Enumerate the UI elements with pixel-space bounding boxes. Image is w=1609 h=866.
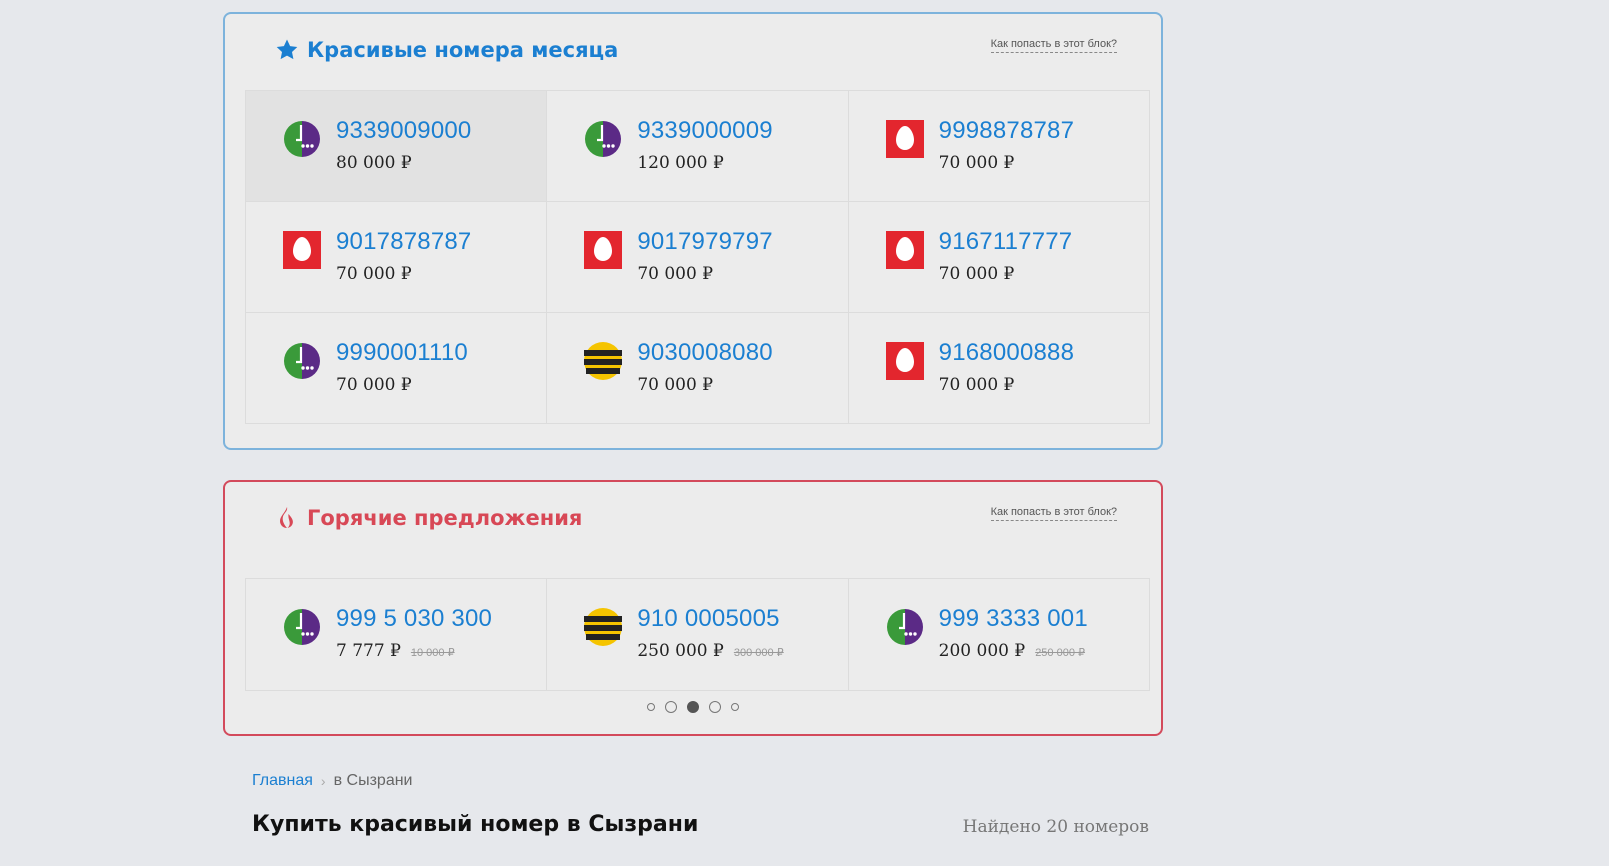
phone-number-link[interactable]: 9339009000 <box>336 117 471 145</box>
current-price: 120 000 ₽ <box>637 153 724 173</box>
price: 7 777 ₽ 10 000 ₽ <box>336 641 455 661</box>
old-price: 300 000 ₽ <box>733 647 784 659</box>
panel-title-text: Красивые номера месяца <box>307 38 619 62</box>
carousel-pagination <box>225 701 1161 713</box>
page-title: Купить красивый номер в Сызрани <box>252 812 699 837</box>
pagination-dot[interactable] <box>687 701 699 713</box>
breadcrumb: Главная › в Сызрани <box>252 772 412 790</box>
number-card[interactable]: 9990001110 70 000 ₽ <box>246 313 548 424</box>
megafon-logo-icon <box>886 609 923 645</box>
phone-number-link[interactable]: 9167117777 <box>939 228 1073 256</box>
number-card[interactable]: 999 5 030 300 7 777 ₽ 10 000 ₽ <box>246 579 548 690</box>
price: 120 000 ₽ <box>637 153 724 173</box>
price: 80 000 ₽ <box>336 153 412 173</box>
phone-number-link[interactable]: 9339000009 <box>637 117 772 145</box>
phone-number-link[interactable]: 9017878787 <box>336 228 471 256</box>
price: 70 000 ₽ <box>637 375 713 395</box>
pagination-dot[interactable] <box>709 701 721 713</box>
old-price: 10 000 ₽ <box>410 647 455 659</box>
megafon-logo-icon <box>585 121 622 157</box>
number-card[interactable]: 999 3333 001 200 000 ₽ 250 000 ₽ <box>849 579 1150 690</box>
price: 70 000 ₽ <box>336 375 412 395</box>
number-card[interactable]: 9339009000 80 000 ₽ <box>246 91 548 202</box>
beeline-logo-icon <box>584 342 623 380</box>
how-to-get-link[interactable]: Как попасть в этот блок? <box>990 38 1117 53</box>
hot-offers-carousel: 999 5 030 300 7 777 ₽ 10 000 ₽ 910 0005005 2… <box>245 578 1150 691</box>
megafon-logo-icon <box>284 609 320 645</box>
current-price: 80 000 ₽ <box>336 153 412 173</box>
megafon-logo-icon <box>284 343 320 379</box>
current-price: 70 000 ₽ <box>938 375 1015 395</box>
fire-icon <box>280 507 293 528</box>
pagination-dot[interactable] <box>665 701 677 713</box>
found-count: Найдено 20 номеров <box>962 817 1149 837</box>
numbers-grid: 9339009000 80 000 ₽ 9339000009 120 000 ₽ 999… <box>245 90 1150 424</box>
current-price: 70 000 ₽ <box>637 375 714 395</box>
pagination-dot[interactable] <box>647 703 655 711</box>
price: 250 000 ₽ 300 000 ₽ <box>637 641 783 661</box>
current-price: 200 000 ₽ <box>938 641 1026 661</box>
number-card[interactable]: 9167117777 70 000 ₽ <box>848 202 1150 313</box>
panel-title: Красивые номера месяца <box>275 38 618 62</box>
current-price: 70 000 ₽ <box>938 264 1015 284</box>
number-card[interactable]: 9030008080 70 000 ₽ <box>547 313 849 424</box>
star-icon <box>276 39 298 60</box>
current-price: 70 000 ₽ <box>336 264 412 284</box>
mts-logo-icon <box>885 231 924 269</box>
hot-offers-panel: Горячие предложения Как попасть в этот б… <box>223 480 1163 736</box>
panel-title: Горячие предложения <box>275 506 582 530</box>
number-card[interactable]: 9017878787 70 000 ₽ <box>246 202 548 313</box>
pagination-dot[interactable] <box>731 703 739 711</box>
current-price: 70 000 ₽ <box>938 153 1015 173</box>
megafon-logo-icon <box>284 121 320 157</box>
phone-number-link[interactable]: 9168000888 <box>939 339 1074 367</box>
breadcrumb-current: в Сызрани <box>333 772 413 789</box>
breadcrumb-home-link[interactable]: Главная <box>252 772 313 790</box>
mts-logo-icon <box>584 231 623 269</box>
number-card[interactable]: 910 0005005 250 000 ₽ 300 000 ₽ <box>547 579 849 690</box>
phone-number-link[interactable]: 999 3333 001 <box>939 605 1088 633</box>
current-price: 250 000 ₽ <box>637 641 724 661</box>
panel-title-text: Горячие предложения <box>307 506 583 530</box>
price: 70 000 ₽ <box>939 264 1015 284</box>
number-card[interactable]: 9998878787 70 000 ₽ <box>848 91 1150 202</box>
current-price: 70 000 ₽ <box>336 375 412 395</box>
old-price: 250 000 ₽ <box>1035 647 1086 659</box>
price: 200 000 ₽ 250 000 ₽ <box>939 641 1085 661</box>
beeline-logo-icon <box>584 608 623 646</box>
mts-logo-icon <box>283 231 321 269</box>
price: 70 000 ₽ <box>939 375 1015 395</box>
phone-number-link[interactable]: 9030008080 <box>637 339 772 367</box>
number-card[interactable]: 9168000888 70 000 ₽ <box>848 313 1150 424</box>
phone-number-link[interactable]: 9990001110 <box>336 339 468 367</box>
price: 70 000 ₽ <box>336 264 412 284</box>
chevron-right-icon: › <box>320 773 326 789</box>
mts-logo-icon <box>885 120 924 158</box>
number-card[interactable]: 9017979797 70 000 ₽ <box>547 202 849 313</box>
number-card[interactable]: 9339000009 120 000 ₽ <box>547 91 849 202</box>
price: 70 000 ₽ <box>637 264 713 284</box>
phone-number-link[interactable]: 9017979797 <box>637 228 772 256</box>
current-price: 7 777 ₽ <box>336 641 401 661</box>
current-price: 70 000 ₽ <box>637 264 714 284</box>
price: 70 000 ₽ <box>939 153 1015 173</box>
phone-number-link[interactable]: 910 0005005 <box>637 605 779 633</box>
how-to-get-link[interactable]: Как попасть в этот блок? <box>990 506 1117 521</box>
beautiful-numbers-panel: Красивые номера месяца Как попасть в это… <box>223 12 1163 450</box>
mts-logo-icon <box>885 342 924 380</box>
phone-number-link[interactable]: 999 5 030 300 <box>336 605 492 633</box>
phone-number-link[interactable]: 9998878787 <box>939 117 1074 145</box>
